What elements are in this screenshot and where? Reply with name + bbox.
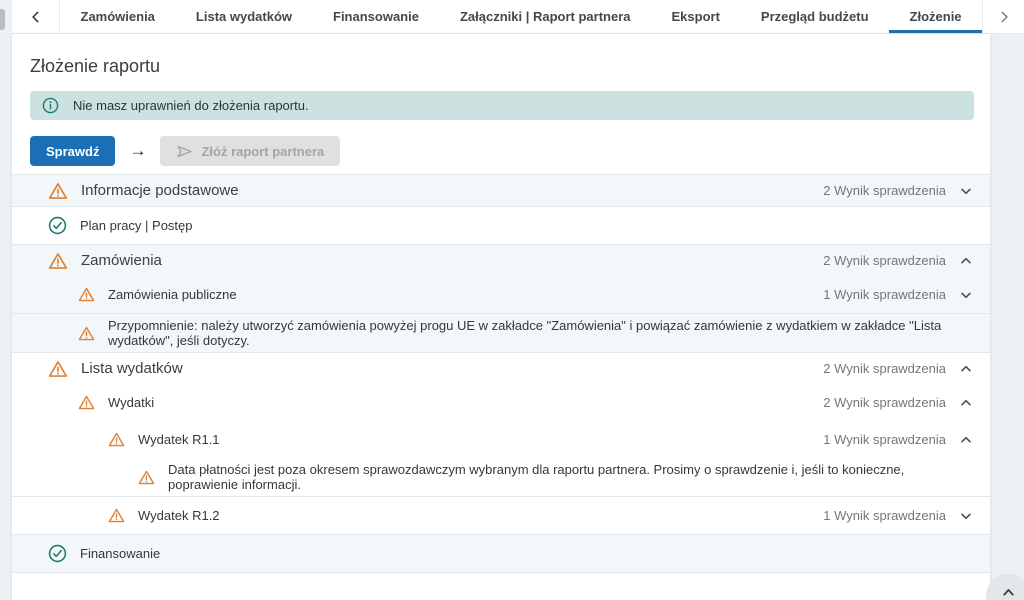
check-report-button[interactable]: Sprawdź — [30, 136, 115, 166]
warning-triangle-icon — [138, 469, 155, 486]
section-label: Plan pracy | Postęp — [67, 218, 974, 233]
item-label: Wydatek R1.2 — [125, 508, 823, 523]
warning-triangle-icon — [78, 286, 95, 303]
warning-triangle-icon — [78, 394, 95, 411]
chevron-right-icon — [997, 10, 1011, 24]
tab-eksport[interactable]: Eksport — [651, 0, 740, 33]
warning-triangle-icon — [48, 251, 68, 271]
tab-zamowienia[interactable]: Zamówienia — [60, 0, 175, 33]
page-title: Złożenie raportu — [30, 56, 972, 77]
warning-triangle-icon — [108, 507, 125, 524]
tab-zalaczniki-raport-partnera[interactable]: Załączniki | Raport partnera — [439, 0, 651, 33]
result-count: 2 Wynik sprawdzenia — [823, 253, 946, 268]
chevron-down-icon[interactable] — [958, 508, 974, 524]
tab-list: Zamówienia Lista wydatków Finansowanie Z… — [60, 0, 982, 33]
chevron-up-icon[interactable] — [958, 253, 974, 269]
submission-panel: Złożenie raportu Nie masz uprawnień do z… — [12, 34, 990, 600]
chevron-up-icon[interactable] — [958, 361, 974, 377]
result-count: 2 Wynik sprawdzenia — [823, 361, 946, 376]
warning-message-row: Data płatności jest poza okresem sprawoz… — [12, 458, 990, 496]
warning-message-text: Przypomnienie: należy utworzyć zamówieni… — [95, 318, 974, 348]
scroll-to-top-button[interactable] — [986, 574, 1024, 600]
result-count: 1 Wynik sprawdzenia — [823, 432, 946, 447]
section-header-row[interactable]: Plan pracy | Postęp — [12, 207, 990, 244]
tabs-scroll-right-button[interactable] — [982, 0, 1024, 33]
result-count: 2 Wynik sprawdzenia — [823, 183, 946, 198]
chevron-left-icon — [29, 10, 43, 24]
chevron-up-icon[interactable] — [958, 432, 974, 448]
warning-message-row: Przypomnienie: należy utworzyć zamówieni… — [12, 314, 990, 352]
item-wydatek-r1-2[interactable]: Wydatek R1.2 1 Wynik sprawdzenia — [12, 497, 990, 534]
clipped-side-element — [0, 9, 5, 30]
subsection-label: Wydatki — [95, 395, 823, 410]
result-count: 1 Wynik sprawdzenia — [823, 287, 946, 302]
check-circle-icon — [48, 216, 67, 235]
section-header-row[interactable]: Zamówienia 2 Wynik sprawdzenia — [12, 245, 990, 276]
arrow-right-icon: → — [129, 141, 146, 161]
warning-triangle-icon — [48, 359, 68, 379]
chevron-up-icon — [1000, 584, 1017, 600]
section-header-row[interactable]: Finansowanie — [12, 535, 990, 572]
section-zamowienia: Zamówienia 2 Wynik sprawdzenia Zamówieni… — [12, 244, 990, 352]
subsection-wydatki[interactable]: Wydatki 2 Wynik sprawdzenia — [12, 384, 990, 421]
warning-triangle-icon — [48, 181, 68, 201]
tab-lista-wydatkow[interactable]: Lista wydatków — [175, 0, 312, 33]
result-count: 1 Wynik sprawdzenia — [823, 508, 946, 523]
tab-finansowanie[interactable]: Finansowanie — [313, 0, 440, 33]
section-lista-wydatkow: Lista wydatków 2 Wynik sprawdzenia Wydat… — [12, 352, 990, 534]
send-icon — [176, 143, 193, 160]
info-circle-icon — [42, 97, 59, 114]
subsection-label: Zamówienia publiczne — [95, 287, 823, 302]
chevron-down-icon[interactable] — [958, 183, 974, 199]
pre-submission-checklist: Informacje podstawowe 2 Wynik sprawdzeni… — [12, 174, 990, 573]
item-wydatek-r1-1[interactable]: Wydatek R1.1 1 Wynik sprawdzenia — [12, 421, 990, 458]
section-label: Informacje podstawowe — [68, 182, 823, 199]
section-plan-pracy-postep: Plan pracy | Postęp — [12, 206, 990, 244]
warning-triangle-icon — [108, 431, 125, 448]
section-informacje-podstawowe: Informacje podstawowe 2 Wynik sprawdzeni… — [12, 174, 990, 206]
chevron-up-icon[interactable] — [958, 395, 974, 411]
warning-message-text: Data płatności jest poza okresem sprawoz… — [155, 462, 974, 492]
banner-text: Nie masz uprawnień do złożenia raportu. — [73, 98, 309, 113]
section-label: Lista wydatków — [68, 360, 823, 377]
tabs-scroll-left-button[interactable] — [12, 0, 60, 33]
check-circle-icon — [48, 544, 67, 563]
subsection-zamowienia-publiczne[interactable]: Zamówienia publiczne 1 Wynik sprawdzenia — [12, 276, 990, 313]
warning-triangle-icon — [78, 325, 95, 342]
report-tab-bar: Zamówienia Lista wydatków Finansowanie Z… — [12, 0, 1024, 34]
result-count: 2 Wynik sprawdzenia — [823, 395, 946, 410]
item-label: Wydatek R1.1 — [125, 432, 823, 447]
section-label: Zamówienia — [68, 252, 823, 269]
submit-report-button[interactable]: Złóż raport partnera — [160, 136, 340, 166]
actions-row: Sprawdź → Złóż raport partnera — [30, 136, 972, 166]
submit-report-label: Złóż raport partnera — [201, 144, 324, 159]
section-header-row[interactable]: Lista wydatków 2 Wynik sprawdzenia — [12, 353, 990, 384]
tab-przeglad-budzetu[interactable]: Przegląd budżetu — [740, 0, 889, 33]
section-label: Finansowanie — [67, 546, 974, 561]
no-permission-banner: Nie masz uprawnień do złożenia raportu. — [30, 91, 974, 120]
chevron-down-icon[interactable] — [958, 287, 974, 303]
tab-zlozenie[interactable]: Złożenie — [889, 0, 982, 33]
section-finansowanie: Finansowanie — [12, 534, 990, 573]
section-header-row[interactable]: Informacje podstawowe 2 Wynik sprawdzeni… — [12, 175, 990, 206]
